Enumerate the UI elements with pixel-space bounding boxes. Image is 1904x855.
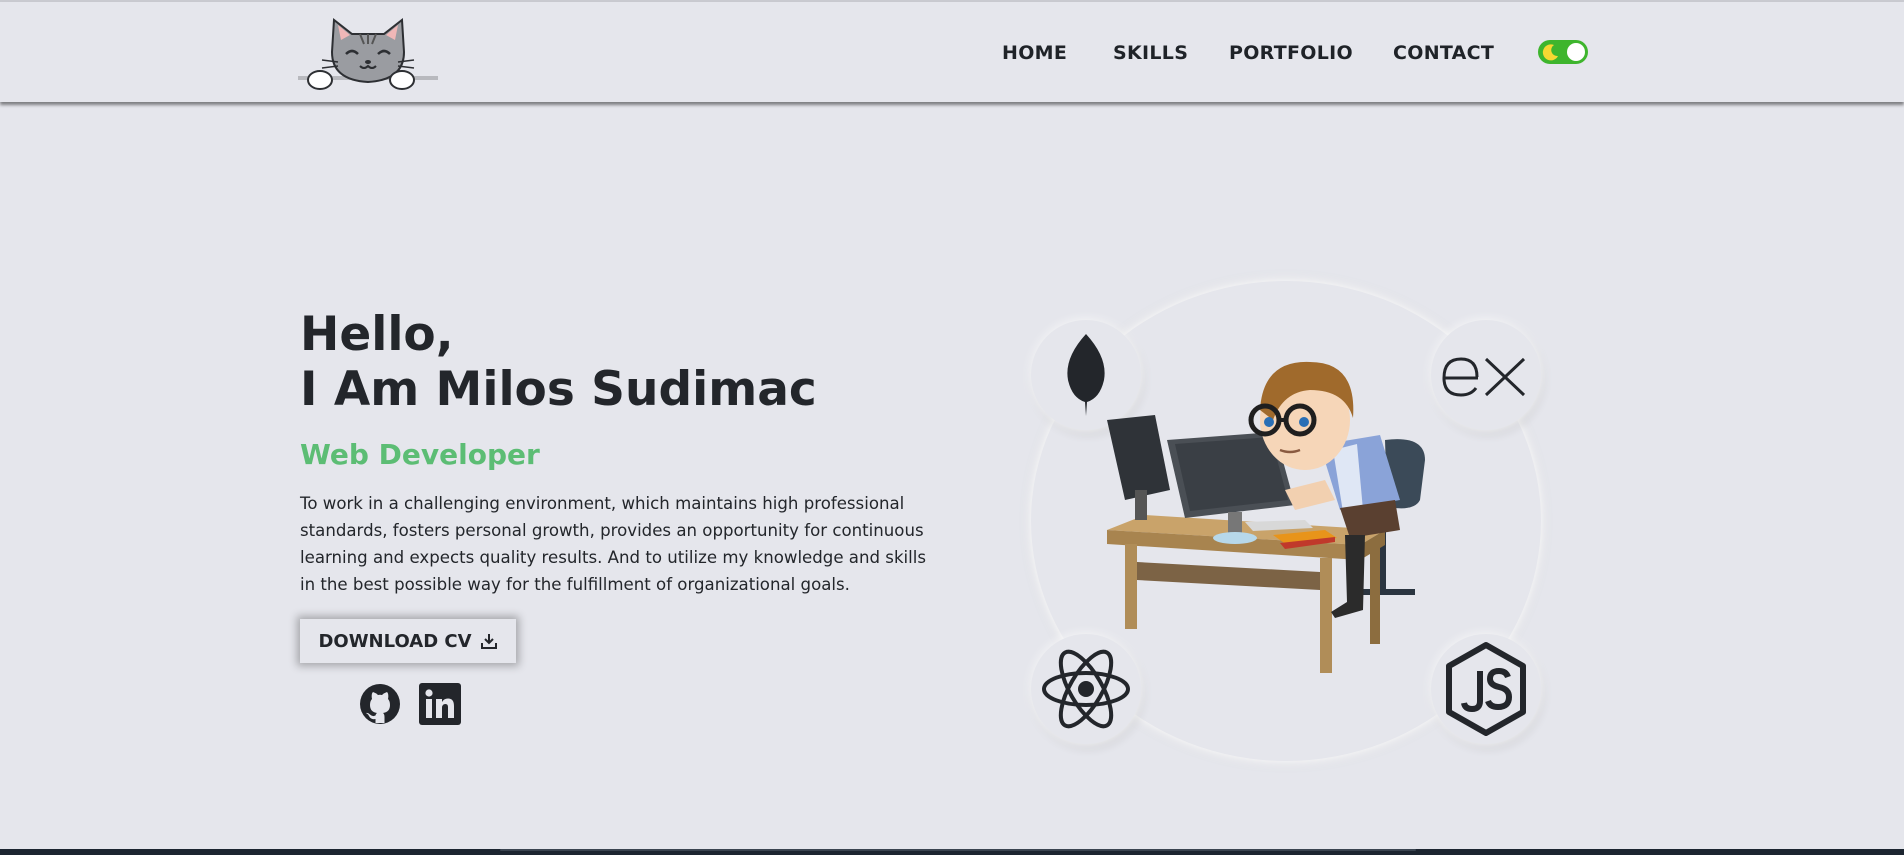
site-header: HOME SKILLS PORTFOLIO CONTACT <box>0 2 1904 102</box>
hero-description: To work in a challenging environment, wh… <box>300 494 927 594</box>
linkedin-icon[interactable] <box>419 683 461 725</box>
hero-greeting: Hello, <box>300 307 454 362</box>
hero-name: I Am Milos Sudimac <box>300 362 817 417</box>
github-icon[interactable] <box>359 683 401 725</box>
nav-contact[interactable]: CONTACT <box>1393 42 1494 64</box>
download-cv-label: DOWNLOAD CV <box>318 630 472 652</box>
theme-toggle[interactable] <box>1538 40 1588 64</box>
nav-portfolio[interactable]: PORTFOLIO <box>1229 42 1353 64</box>
download-cv-button[interactable]: DOWNLOAD CV <box>300 619 516 663</box>
nav-home[interactable]: HOME <box>1002 42 1067 64</box>
developer-illustration <box>1107 361 1425 673</box>
nav-skills[interactable]: SKILLS <box>1113 42 1188 64</box>
hero-role: Web Developer <box>300 438 540 471</box>
footer-strip <box>0 849 1904 855</box>
toggle-knob <box>1567 43 1585 61</box>
moon-icon <box>1542 44 1558 61</box>
download-icon <box>480 634 497 649</box>
footer-strip-highlight <box>500 849 1416 851</box>
main-nav: HOME SKILLS PORTFOLIO CONTACT <box>0 42 1904 72</box>
